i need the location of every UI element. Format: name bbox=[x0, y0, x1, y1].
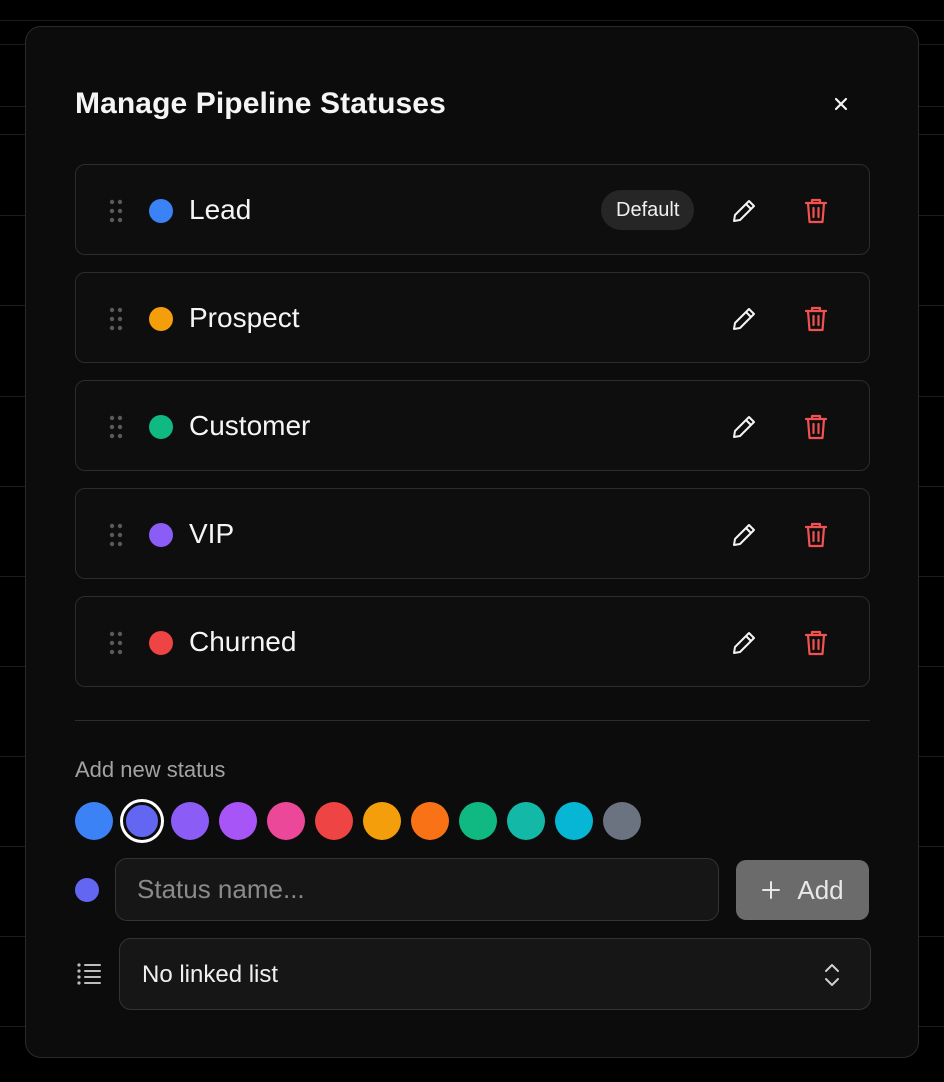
edit-status-button[interactable] bbox=[728, 411, 760, 443]
delete-status-button[interactable] bbox=[800, 411, 832, 443]
selected-color-preview bbox=[75, 878, 99, 902]
manage-statuses-dialog: Manage Pipeline Statuses Lead Default Pr… bbox=[25, 26, 919, 1058]
color-swatch[interactable] bbox=[267, 802, 305, 840]
edit-status-button[interactable] bbox=[728, 303, 760, 335]
status-list: Lead Default Prospect Customer VIP Churn… bbox=[75, 164, 870, 704]
delete-status-button[interactable] bbox=[800, 195, 832, 227]
status-name: Prospect bbox=[189, 302, 300, 333]
status-color-dot bbox=[149, 415, 173, 439]
linked-list-select[interactable]: No linked list bbox=[119, 938, 871, 1010]
status-name: Churned bbox=[189, 626, 297, 657]
dialog-title: Manage Pipeline Statuses bbox=[75, 87, 446, 120]
add-status-button[interactable]: Add bbox=[736, 860, 869, 920]
status-name: Lead bbox=[189, 194, 252, 225]
drag-handle-icon[interactable] bbox=[109, 631, 123, 655]
delete-status-button[interactable] bbox=[800, 627, 832, 659]
color-swatch[interactable] bbox=[123, 802, 161, 840]
status-row[interactable]: VIP bbox=[75, 488, 870, 579]
color-swatches bbox=[75, 802, 641, 840]
color-swatch[interactable] bbox=[315, 802, 353, 840]
pencil-icon bbox=[733, 632, 755, 654]
trash-icon bbox=[804, 306, 828, 332]
delete-status-button[interactable] bbox=[800, 303, 832, 335]
status-row[interactable]: Lead Default bbox=[75, 164, 870, 255]
drag-handle-icon[interactable] bbox=[109, 199, 123, 223]
drag-handle-icon[interactable] bbox=[109, 523, 123, 547]
trash-icon bbox=[804, 522, 828, 548]
edit-status-button[interactable] bbox=[728, 519, 760, 551]
color-swatch[interactable] bbox=[459, 802, 497, 840]
status-row[interactable]: Customer bbox=[75, 380, 870, 471]
edit-status-button[interactable] bbox=[728, 195, 760, 227]
color-swatch[interactable] bbox=[219, 802, 257, 840]
status-name: VIP bbox=[189, 518, 235, 549]
linked-list-value: No linked list bbox=[142, 961, 279, 988]
color-swatch[interactable] bbox=[603, 802, 641, 840]
add-status-label: Add new status bbox=[75, 757, 226, 782]
status-color-dot bbox=[149, 631, 173, 655]
status-row[interactable]: Churned bbox=[75, 596, 870, 687]
list-icon bbox=[77, 963, 101, 985]
edit-status-button[interactable] bbox=[728, 627, 760, 659]
drag-handle-icon[interactable] bbox=[109, 415, 123, 439]
trash-icon bbox=[804, 414, 828, 440]
chevrons-up-down-icon bbox=[825, 964, 839, 986]
status-name-input[interactable] bbox=[115, 858, 719, 921]
delete-status-button[interactable] bbox=[800, 519, 832, 551]
pencil-icon bbox=[733, 308, 755, 330]
close-button[interactable] bbox=[826, 89, 856, 119]
trash-icon bbox=[804, 630, 828, 656]
trash-icon bbox=[804, 198, 828, 224]
pencil-icon bbox=[733, 524, 755, 546]
close-icon bbox=[834, 97, 848, 111]
color-swatch[interactable] bbox=[507, 802, 545, 840]
color-swatch[interactable] bbox=[363, 802, 401, 840]
color-swatch[interactable] bbox=[411, 802, 449, 840]
color-swatch[interactable] bbox=[75, 802, 113, 840]
status-color-dot bbox=[149, 523, 173, 547]
pencil-icon bbox=[733, 200, 755, 222]
color-swatch[interactable] bbox=[171, 802, 209, 840]
color-swatch[interactable] bbox=[555, 802, 593, 840]
status-color-dot bbox=[149, 307, 173, 331]
add-button-label: Add bbox=[797, 874, 844, 905]
status-name: Customer bbox=[189, 410, 311, 441]
plus-icon bbox=[762, 881, 781, 899]
pencil-icon bbox=[733, 416, 755, 438]
status-color-dot bbox=[149, 199, 173, 223]
status-row[interactable]: Prospect bbox=[75, 272, 870, 363]
divider bbox=[75, 720, 870, 721]
default-badge: Default bbox=[601, 190, 695, 230]
drag-handle-icon[interactable] bbox=[109, 307, 123, 331]
